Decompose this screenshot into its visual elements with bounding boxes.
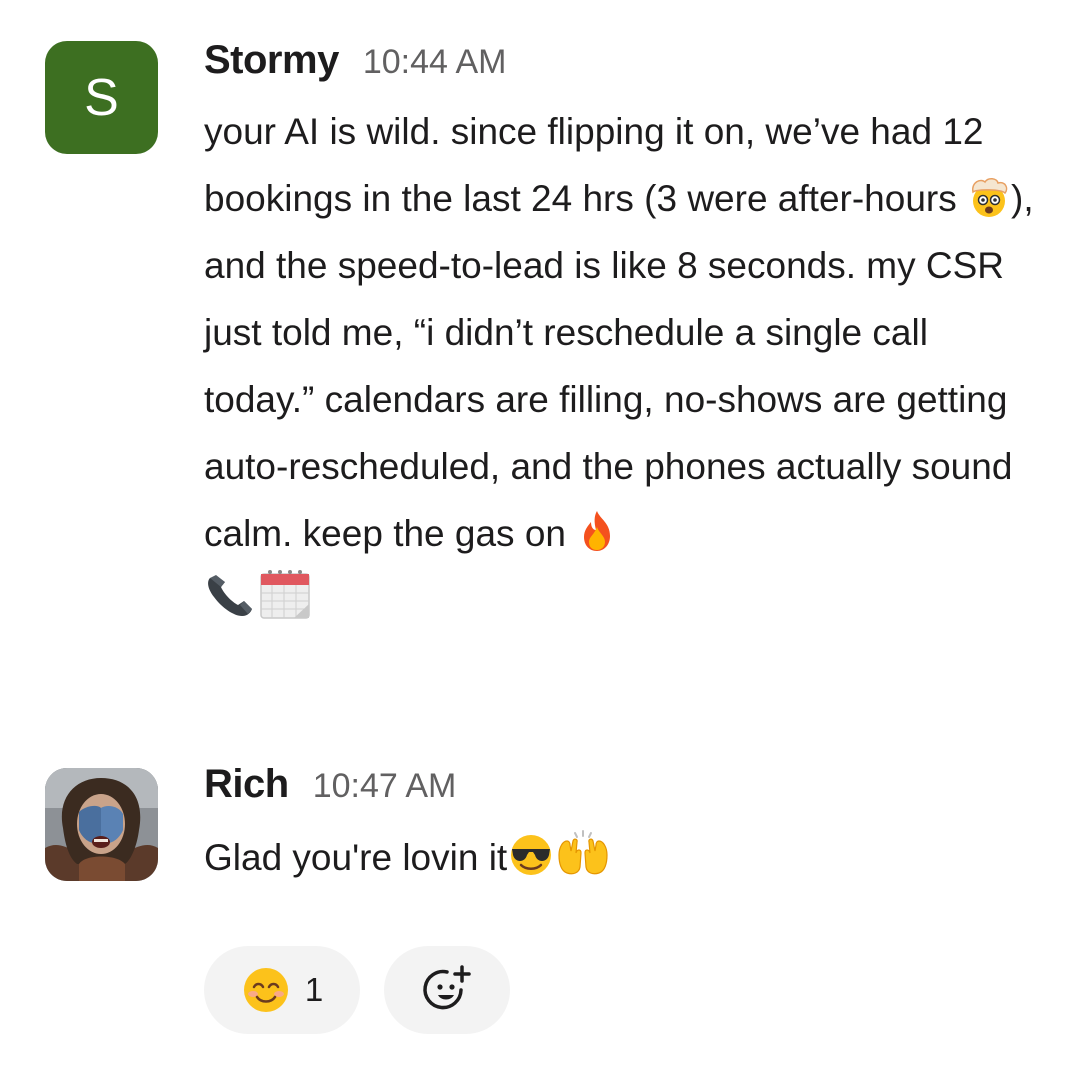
sender-name[interactable]: Stormy bbox=[204, 38, 339, 83]
avatar[interactable] bbox=[45, 768, 158, 881]
message-timestamp[interactable]: 10:44 AM bbox=[363, 43, 507, 82]
message-header: Rich 10:47 AM bbox=[204, 762, 1040, 816]
sunglasses-face-emoji bbox=[507, 833, 555, 877]
add-reaction-icon bbox=[421, 964, 473, 1016]
reactions-bar: 1 bbox=[204, 946, 510, 1034]
message-header: Stormy 10:44 AM bbox=[204, 38, 1040, 92]
reaction-count: 1 bbox=[304, 971, 324, 1008]
reaction-smiling-face[interactable]: 1 bbox=[204, 946, 360, 1034]
message-text-part: ), and the speed-to-lead is like 8 secon… bbox=[204, 178, 1034, 554]
calendar-emoji bbox=[258, 568, 312, 620]
exploding-head-emoji bbox=[967, 176, 1011, 218]
telephone-receiver-emoji bbox=[204, 572, 258, 620]
profile-photo bbox=[45, 768, 158, 881]
avatar-letter: S bbox=[84, 68, 119, 127]
smiling-face-emoji bbox=[241, 965, 291, 1015]
message-body: Glad you're lovin it bbox=[204, 824, 1040, 891]
fire-emoji bbox=[576, 509, 618, 553]
message-content: Stormy 10:44 AM your AI is wild. since f… bbox=[204, 38, 1040, 634]
message-content: Rich 10:47 AM Glad you're lovin it bbox=[204, 762, 1040, 891]
add-reaction-button[interactable] bbox=[384, 946, 510, 1034]
raising-hands-emoji bbox=[555, 829, 611, 877]
message-body: your AI is wild. since flipping it on, w… bbox=[204, 98, 1040, 634]
message-text-part: your AI is wild. since flipping it on, w… bbox=[204, 111, 984, 219]
message-timestamp[interactable]: 10:47 AM bbox=[313, 767, 457, 806]
message-text-part: Glad you're lovin it bbox=[204, 837, 508, 878]
sender-name[interactable]: Rich bbox=[204, 762, 289, 807]
avatar[interactable]: S bbox=[45, 41, 158, 154]
